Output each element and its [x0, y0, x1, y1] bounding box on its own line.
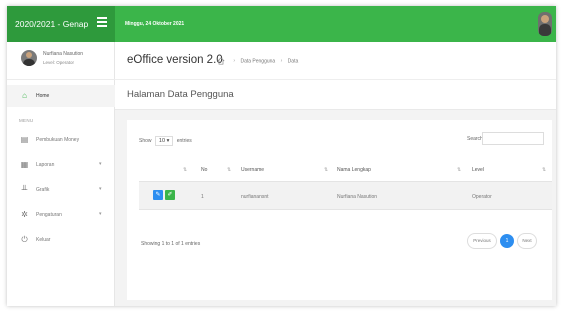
sidebar-item-label: Grafik [36, 187, 50, 193]
top-bar: 2020/2021 - Genap Minggu, 24 Oktober 202… [7, 6, 556, 42]
column-header-level[interactable]: Level [472, 167, 484, 173]
cell-nama: Nurfiana Nasution [337, 194, 378, 200]
edit-button[interactable]: ✎ [153, 190, 163, 200]
cell-no: 1 [201, 194, 204, 200]
breadcrumb-item: Data [287, 58, 299, 65]
column-header-username[interactable]: Username [241, 167, 264, 173]
view-button[interactable]: ✐ [165, 190, 175, 200]
user-avatar-top[interactable] [538, 12, 552, 36]
breadcrumb: › Data Pengguna › Data [217, 57, 298, 65]
home-icon: ⌂ [22, 91, 27, 100]
sidebar-item-label: Pembukuan Money [36, 137, 80, 143]
cell-level: Operator [472, 194, 492, 200]
sidebar-item-label: Pengaturan [36, 212, 62, 218]
sort-icon[interactable]: ⇅ [183, 167, 187, 173]
table-header: ⇅ No ⇅ Username ⇅ Nama Lengkap ⇅ Level ⇅ [139, 156, 552, 182]
table-row: ✎ ✐ 1 nurfianansnt Nurfiana Nasution Ope… [139, 182, 552, 210]
sidebar-item-label: Laporan [36, 162, 55, 168]
entries-control: Show 10 ▾ entries [139, 136, 192, 146]
column-header-no[interactable]: No [201, 167, 207, 173]
sidebar-item-home[interactable]: ⌂ Home [7, 85, 115, 107]
power-icon: ⏻ [21, 235, 28, 244]
breadcrumb-separator: › [233, 58, 236, 65]
main-content: Halaman Data Pengguna Show 10 ▾ entries … [115, 80, 556, 306]
semester-title: 2020/2021 - Genap [15, 19, 89, 29]
sidebar-item-label: Keluar [36, 237, 51, 243]
content-header: eOffice version 2.0 › Data Pengguna › Da… [115, 42, 556, 80]
user-panel: Nurfiana Nasution Level: Operator [7, 42, 115, 80]
page-header: Halaman Data Pengguna [115, 80, 556, 110]
chevron-down-icon: ▾ [99, 211, 102, 217]
report-icon: ▦ [20, 160, 29, 169]
cell-username: nurfianansnt [241, 194, 269, 200]
entries-select[interactable]: 10 ▾ [154, 136, 174, 146]
chevron-down-icon: ▾ [99, 186, 102, 192]
page-1-button[interactable]: 1 [500, 234, 514, 248]
home-icon[interactable] [217, 57, 225, 65]
brand-area: 2020/2021 - Genap [7, 6, 115, 42]
chevron-down-icon: ▾ [166, 138, 170, 144]
entries-value: 10 [158, 138, 166, 144]
app-title: eOffice version 2.0 [127, 54, 223, 66]
chart-icon: ╨ [21, 185, 28, 194]
search-input[interactable] [482, 132, 544, 145]
gear-icon: ✲ [21, 210, 28, 219]
entries-label: entries [176, 138, 192, 144]
user-role: Level: Operator [43, 60, 75, 65]
sort-icon[interactable]: ⇅ [542, 167, 546, 173]
sidebar-item-laporan[interactable]: ▦ Laporan ▾ [7, 154, 115, 176]
data-card: Show 10 ▾ entries Search: ⇅ No ⇅ Usernam… [127, 120, 552, 300]
previous-button[interactable]: Previous [467, 233, 497, 249]
sidebar-item-pengaturan[interactable]: ✲ Pengaturan ▾ [7, 204, 115, 226]
menu-toggle-icon[interactable] [97, 17, 107, 29]
next-button[interactable]: Next [517, 233, 537, 249]
sidebar-item-label: Home [36, 93, 50, 99]
chevron-down-icon: ▾ [99, 161, 102, 167]
page-title: Halaman Data Pengguna [127, 89, 234, 100]
menu-heading: MENU [19, 118, 34, 123]
sort-icon[interactable]: ⇅ [227, 167, 231, 173]
breadcrumb-item[interactable]: Data Pengguna [240, 58, 275, 64]
show-label: Show [139, 138, 152, 144]
sidebar-item-pembukuan[interactable]: ▤ Pembukuan Money [7, 129, 115, 151]
avatar [21, 50, 37, 66]
current-date: Minggu, 24 Oktober 2021 [125, 21, 185, 27]
column-header-nama[interactable]: Nama Lengkap [337, 167, 371, 173]
sidebar-item-keluar[interactable]: ⏻ Keluar [7, 229, 115, 251]
sort-icon[interactable]: ⇅ [457, 167, 461, 173]
sort-icon[interactable]: ⇅ [324, 167, 328, 173]
user-name: Nurfiana Nasution [43, 51, 84, 57]
breadcrumb-separator: › [280, 58, 283, 65]
table-info: Showing 1 to 1 of 1 entries [141, 241, 201, 247]
app-window: 2020/2021 - Genap Minggu, 24 Oktober 202… [7, 6, 556, 306]
sidebar-item-grafik[interactable]: ╨ Grafik ▾ [7, 179, 115, 201]
sidebar: Nurfiana Nasution Level: Operator ⌂ Home… [7, 42, 115, 306]
ledger-icon: ▤ [20, 135, 29, 144]
